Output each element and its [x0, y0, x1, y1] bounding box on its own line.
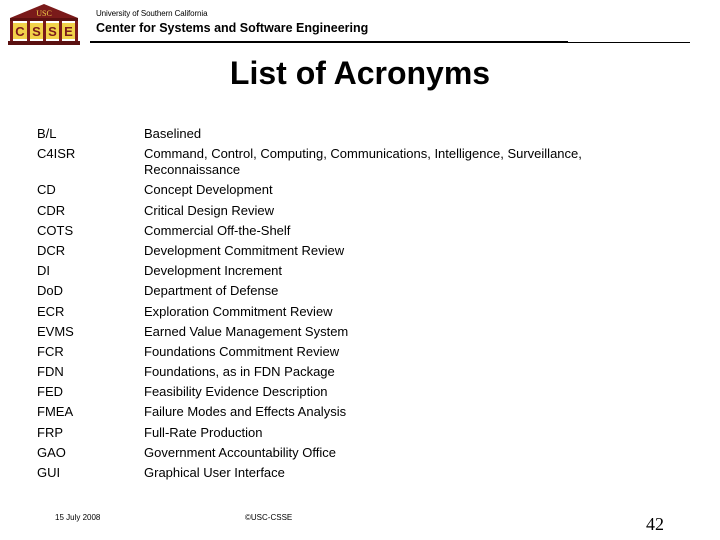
acronym-abbreviation: DCR: [37, 242, 66, 258]
acronym-row: DoD Department of Defense: [37, 283, 697, 299]
logo-letter-s1: S: [32, 24, 41, 39]
acronym-definition: Failure Modes and Effects Analysis: [144, 404, 347, 420]
acronym-row: CDR Critical Design Review: [37, 203, 697, 219]
acronym-row: GAO Government Accountability Office: [37, 445, 697, 461]
acronym-definition: Development Increment: [144, 263, 283, 279]
acronym-definition: Earned Value Management System: [144, 323, 349, 339]
acronym-abbreviation: ECR: [37, 303, 65, 319]
header-rule: [90, 41, 568, 43]
acronym-abbreviation: FMEA: [37, 404, 74, 420]
footer-copyright: ©USC-CSSE: [245, 513, 293, 522]
acronym-row: FCR Foundations Commitment Review: [37, 344, 697, 360]
acronym-abbreviation: EVMS: [37, 323, 74, 339]
acronym-definition: Feasibility Evidence Description: [144, 384, 328, 400]
acronym-abbreviation: GAO: [37, 444, 66, 460]
acronym-abbreviation: COTS: [37, 222, 74, 238]
acronym-abbreviation: FDN: [37, 364, 64, 380]
acronym-definition: Full-Rate Production: [144, 424, 263, 440]
acronym-row: FRP Full-Rate Production: [37, 425, 697, 441]
acronym-definition: Baselined: [144, 126, 202, 141]
acronym-row: B/L Baselined: [37, 126, 697, 142]
header-center-name: Center for Systems and Software Engineer…: [96, 21, 369, 35]
acronym-row: ECR Exploration Commitment Review: [37, 304, 697, 320]
acronym-abbreviation: CDR: [37, 202, 66, 218]
logo-roof-text: USC: [36, 9, 52, 18]
acronym-abbreviation: CD: [37, 182, 56, 198]
acronym-definition: Graphical User Interface: [144, 465, 285, 480]
acronym-definition: Critical Design Review: [144, 202, 275, 218]
acronym-definition: Foundations, as in FDN Package: [144, 364, 335, 380]
logo-letter-s2: S: [48, 24, 57, 39]
acronym-definition: Government Accountability Office: [144, 444, 336, 460]
slide-title: List of Acronyms: [229, 55, 491, 91]
acronym-abbreviation: GUI: [37, 465, 61, 480]
acronym-definition: Foundations Commitment Review: [144, 343, 340, 359]
logo-letter-c: C: [15, 24, 25, 39]
acronym-definition: Command, Control, Computing, Communicati…: [144, 146, 582, 178]
footer-date: 15 July 2008: [55, 513, 101, 522]
acronym-row: GUI Graphical User Interface: [37, 465, 697, 481]
acronym-abbreviation: B/L: [37, 126, 57, 141]
acronym-abbreviation: FRP: [37, 424, 63, 440]
acronym-definition: Development Commitment Review: [144, 242, 345, 258]
logo-base: [8, 41, 80, 45]
acronym-abbreviation: DoD: [37, 283, 64, 299]
acronym-definition: Department of Defense: [144, 283, 279, 299]
acronym-definition: Concept Development: [144, 182, 273, 198]
acronym-abbreviation: FCR: [37, 343, 64, 359]
acronym-definition: Exploration Commitment Review: [144, 303, 333, 319]
acronym-row: COTS Commercial Off-the-Shelf: [37, 223, 697, 239]
acronym-row: EVMS Earned Value Management System: [37, 324, 697, 340]
header-university: University of Southern California: [96, 9, 208, 18]
acronym-row: FED Feasibility Evidence Description: [37, 384, 697, 400]
acronym-list: B/L Baselined C4ISR Command, Control, Compu…: [37, 126, 697, 485]
page-number: 42: [646, 514, 664, 534]
acronym-row: CD Concept Development: [37, 182, 697, 198]
acronym-definition: Commercial Off-the-Shelf: [144, 222, 291, 238]
acronym-abbreviation: FED: [37, 384, 63, 400]
usc-csse-logo: USC C S S E: [8, 4, 80, 45]
acronym-row: FMEA Failure Modes and Effects Analysis: [37, 404, 697, 420]
acronym-row: FDN Foundations, as in FDN Package: [37, 364, 697, 380]
acronym-row: C4ISR Command, Control, Computing, Commun…: [37, 146, 697, 178]
acronym-abbreviation: C4ISR: [37, 146, 76, 162]
acronym-row: DI Development Increment: [37, 263, 697, 279]
acronym-abbreviation: DI: [37, 263, 50, 279]
header-rule-thin: [568, 42, 690, 43]
acronym-row: DCR Development Commitment Review: [37, 243, 697, 259]
logo-letter-e: E: [64, 24, 73, 39]
